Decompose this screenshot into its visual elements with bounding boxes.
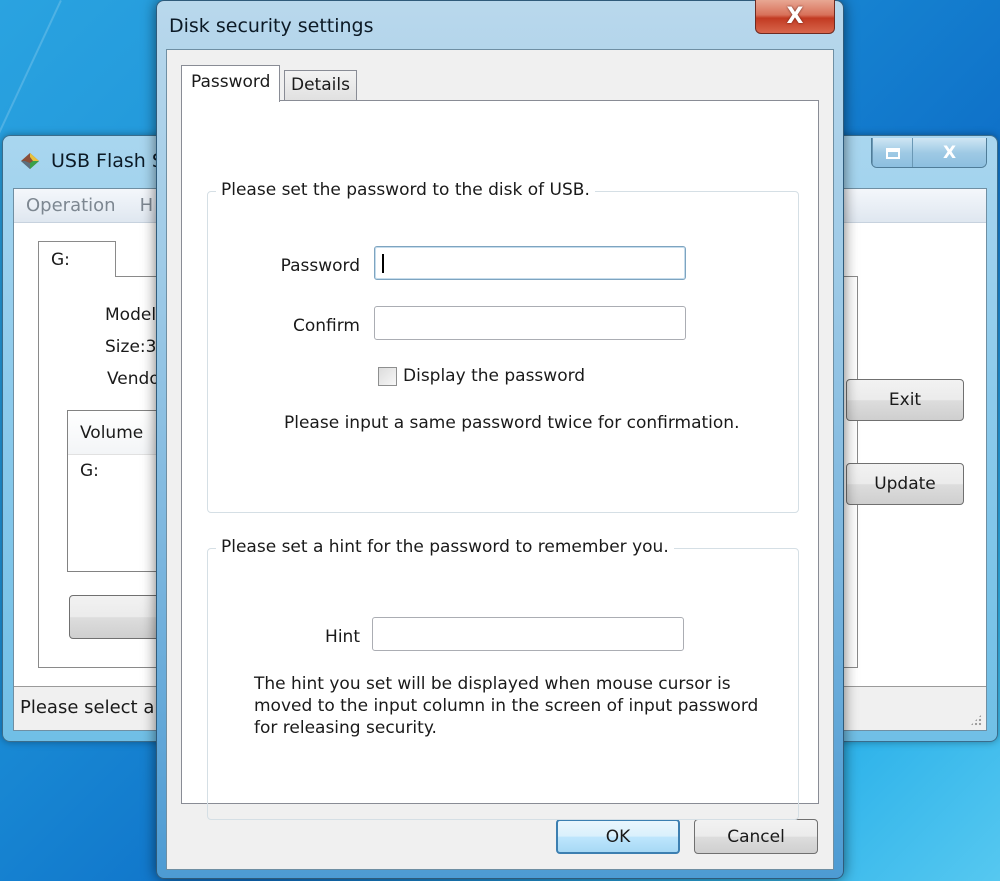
password-note: Please input a same password twice for c…: [284, 413, 740, 433]
password-tab-panel: Please set the password to the disk of U…: [181, 100, 819, 820]
window-title: USB Flash S: [51, 150, 164, 172]
app-icon: [21, 153, 39, 169]
text-caret: [382, 254, 384, 273]
close-button[interactable]: X: [912, 138, 986, 167]
close-icon: X: [942, 143, 957, 163]
maximize-icon: [885, 147, 900, 159]
hint-group-legend: Please set a hint for the password to re…: [216, 537, 674, 557]
menu-help[interactable]: H: [140, 195, 154, 216]
resize-grip-icon[interactable]: [970, 714, 982, 726]
hint-note-line: moved to the input column in the screen …: [254, 696, 759, 716]
cancel-button[interactable]: Cancel: [694, 819, 818, 854]
disk-security-dialog: Disk security settings X Password Detail…: [156, 0, 844, 879]
hint-note-line: The hint you set will be displayed when …: [254, 674, 731, 694]
drive-tab[interactable]: G:: [38, 241, 116, 277]
confirm-password-input[interactable]: [374, 306, 686, 340]
display-password-label[interactable]: Display the password: [403, 366, 585, 386]
password-label: Password: [280, 256, 360, 276]
maximize-button[interactable]: [872, 138, 912, 167]
update-button[interactable]: Update: [846, 463, 964, 505]
password-group: Please set the password to the disk of U…: [207, 180, 799, 513]
exit-button[interactable]: Exit: [846, 379, 964, 421]
hint-input[interactable]: [372, 617, 684, 651]
display-password-checkbox[interactable]: [378, 366, 397, 386]
password-group-legend: Please set the password to the disk of U…: [216, 180, 595, 200]
hint-label: Hint: [325, 627, 360, 647]
caption-buttons: X: [871, 138, 987, 168]
dialog-close-button[interactable]: X: [755, 0, 835, 34]
ok-button[interactable]: OK: [556, 819, 680, 854]
display-password-checkbox-row[interactable]: Display the password: [378, 366, 585, 386]
status-text: Please select a: [20, 697, 155, 718]
dialog-client: Password Details Please set the password…: [166, 49, 834, 870]
password-input[interactable]: [374, 246, 686, 280]
close-icon: X: [786, 4, 804, 29]
confirm-label: Confirm: [292, 316, 360, 336]
dialog-title: Disk security settings: [169, 15, 374, 37]
tab-password[interactable]: Password: [181, 65, 281, 102]
hint-group: Please set a hint for the password to re…: [207, 537, 799, 820]
menu-operation[interactable]: Operation: [26, 195, 116, 216]
hint-note-line: for releasing security.: [254, 718, 437, 738]
tab-details[interactable]: Details: [284, 70, 357, 101]
hint-note: The hint you set will be displayed when …: [254, 673, 758, 739]
